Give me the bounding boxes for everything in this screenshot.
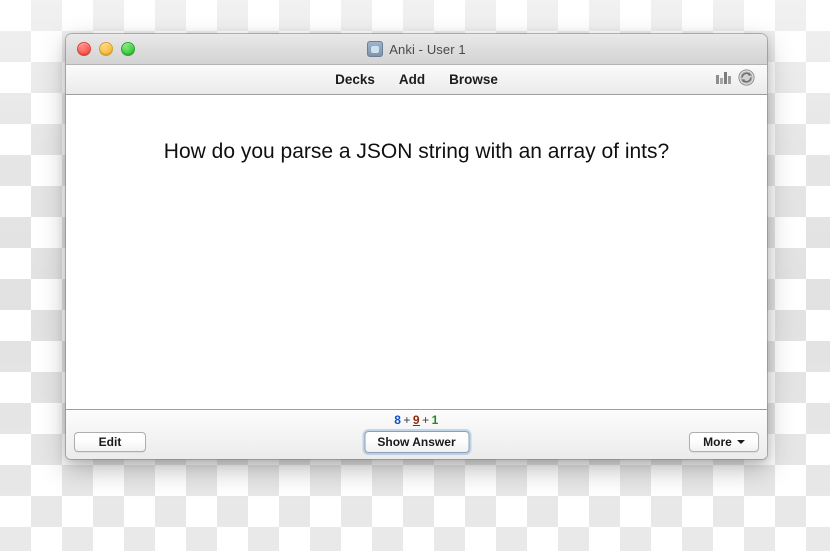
- sync-icon[interactable]: [738, 68, 755, 91]
- chevron-down-icon: [736, 440, 745, 444]
- window-title-group: Anki - User 1: [367, 41, 466, 57]
- close-button[interactable]: [77, 42, 91, 56]
- show-answer-label: Show Answer: [377, 435, 456, 449]
- count-separator-2: +: [422, 413, 430, 427]
- bottom-bar: 8 +9 +1 Edit Show Answer More: [66, 409, 767, 459]
- minimize-button[interactable]: [99, 42, 113, 56]
- maximize-button[interactable]: [121, 42, 135, 56]
- count-separator-1: +: [403, 413, 411, 427]
- toolbar-link-add[interactable]: Add: [399, 72, 425, 87]
- question-text: How do you parse a JSON string with an a…: [163, 140, 670, 163]
- stats-icon[interactable]: [716, 70, 731, 89]
- toolbar-icon-group: [716, 65, 755, 94]
- show-answer-button[interactable]: Show Answer: [364, 431, 469, 453]
- anki-main-window: Anki - User 1 Decks Add Browse How do yo…: [66, 34, 767, 459]
- edit-button[interactable]: Edit: [74, 432, 146, 452]
- main-toolbar: Decks Add Browse: [66, 65, 767, 95]
- more-button[interactable]: More: [689, 432, 759, 452]
- toolbar-link-browse[interactable]: Browse: [449, 72, 498, 87]
- more-label: More: [703, 435, 732, 449]
- window-title: Anki - User 1: [389, 41, 466, 57]
- card-question-area: How do you parse a JSON string with an a…: [66, 95, 767, 409]
- count-review[interactable]: 1: [432, 413, 439, 427]
- window-titlebar: Anki - User 1: [66, 34, 767, 65]
- anki-app-icon: [367, 41, 384, 57]
- toolbar-link-decks[interactable]: Decks: [335, 72, 375, 87]
- card-counts: 8 +9 +1: [66, 413, 767, 427]
- toolbar-nav-links: Decks Add Browse: [335, 72, 498, 87]
- window-controls: [77, 34, 135, 64]
